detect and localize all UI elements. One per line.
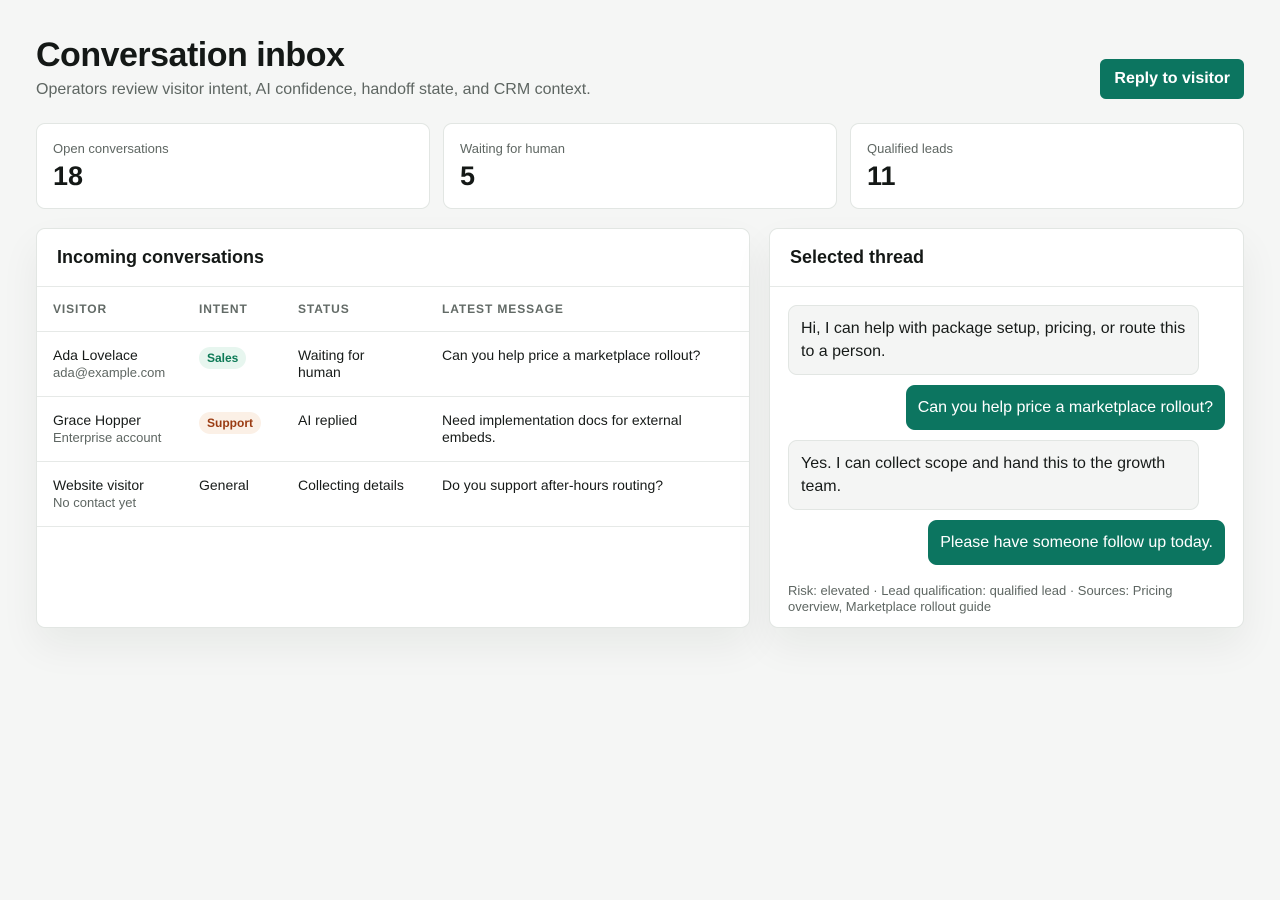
visitor-name: Website visitor	[53, 476, 144, 493]
visitor-cell: Ada Lovelace ada@example.com	[37, 331, 183, 397]
visitor-message-row: Can you help price a marketplace rollout…	[788, 385, 1225, 440]
intent-cell: Support	[183, 396, 282, 462]
conversations-table: VISITOR INTENT STATUS LATEST MESSAGE Ada…	[37, 287, 749, 527]
visitor-message-row: Please have someone follow up today.	[788, 520, 1225, 575]
intent-cell: Sales	[183, 331, 282, 397]
reply-to-visitor-button[interactable]: Reply to visitor	[1100, 59, 1244, 99]
conversations-panel: Incoming conversations VISITOR INTENT ST…	[36, 228, 750, 628]
thread-meta: Risk: elevated · Lead qualification: qua…	[788, 583, 1173, 614]
stat-value: 5	[460, 161, 476, 191]
page-subtitle: Operators review visitor intent, AI conf…	[36, 81, 591, 98]
table-header-row: VISITOR INTENT STATUS LATEST MESSAGE	[37, 287, 749, 332]
latest-message-cell: Can you help price a marketplace rollout…	[426, 331, 749, 397]
status-cell: Collecting details	[282, 461, 426, 527]
visitor-detail: ada@example.com	[53, 364, 166, 380]
selected-thread-title: Selected thread	[790, 247, 925, 267]
stat-value: 11	[867, 161, 896, 191]
ai-message-bubble: Yes. I can collect scope and hand this t…	[788, 440, 1199, 510]
intent-badge-sales: Sales	[199, 346, 247, 369]
conversations-panel-header: Incoming conversations	[37, 229, 749, 287]
visitor-detail: Enterprise account	[53, 429, 162, 445]
stat-card-qualified-leads: Qualified leads 11	[850, 123, 1244, 209]
column-header-visitor: VISITOR	[37, 287, 183, 332]
status-cell: Waiting for human	[282, 331, 426, 397]
visitor-name: Ada Lovelace	[53, 346, 138, 363]
stat-card-waiting-for-human: Waiting for human 5	[443, 123, 837, 209]
visitor-name: Grace Hopper	[53, 411, 141, 428]
page-title: Conversation inbox	[36, 36, 345, 74]
latest-message-cell: Do you support after-hours routing?	[426, 461, 749, 527]
table-row[interactable]: Ada Lovelace ada@example.com Sales Waiti…	[37, 331, 749, 397]
visitor-cell: Grace Hopper Enterprise account	[37, 396, 183, 462]
intent-cell: General	[183, 461, 282, 527]
column-header-intent: INTENT	[183, 287, 282, 332]
message-thread: Hi, I can help with package setup, prici…	[770, 287, 1243, 615]
visitor-message-bubble: Please have someone follow up today.	[928, 520, 1225, 565]
table-row[interactable]: Website visitor No contact yet General C…	[37, 461, 749, 527]
visitor-cell: Website visitor No contact yet	[37, 461, 183, 527]
intent-badge-support: Support	[199, 411, 261, 434]
panels: Incoming conversations VISITOR INTENT ST…	[36, 228, 1244, 628]
visitor-message-bubble: Can you help price a marketplace rollout…	[905, 385, 1225, 430]
column-header-status: STATUS	[282, 287, 426, 332]
stat-label: Waiting for human	[460, 141, 566, 156]
stat-label: Qualified leads	[867, 141, 953, 156]
ai-message-bubble: Hi, I can help with package setup, prici…	[788, 305, 1199, 375]
header-text: Conversation inbox Operators review visi…	[36, 36, 591, 100]
table-row[interactable]: Grace Hopper Enterprise account Support …	[37, 396, 749, 462]
selected-thread-header: Selected thread	[770, 229, 1243, 287]
stat-value: 18	[53, 161, 84, 191]
visitor-detail: No contact yet	[53, 494, 137, 510]
column-header-latest-message: LATEST MESSAGE	[426, 287, 749, 332]
stat-card-open-conversations: Open conversations 18	[36, 123, 430, 209]
page: Conversation inbox Operators review visi…	[36, 36, 1244, 628]
page-header: Conversation inbox Operators review visi…	[36, 36, 1244, 100]
stats-row: Open conversations 18 Waiting for human …	[36, 123, 1244, 209]
latest-message-cell: Need implementation docs for external em…	[426, 396, 749, 462]
conversations-panel-title: Incoming conversations	[57, 247, 265, 267]
stat-label: Open conversations	[53, 141, 169, 156]
selected-thread-panel: Selected thread Hi, I can help with pack…	[769, 228, 1244, 628]
status-cell: AI replied	[282, 396, 426, 462]
